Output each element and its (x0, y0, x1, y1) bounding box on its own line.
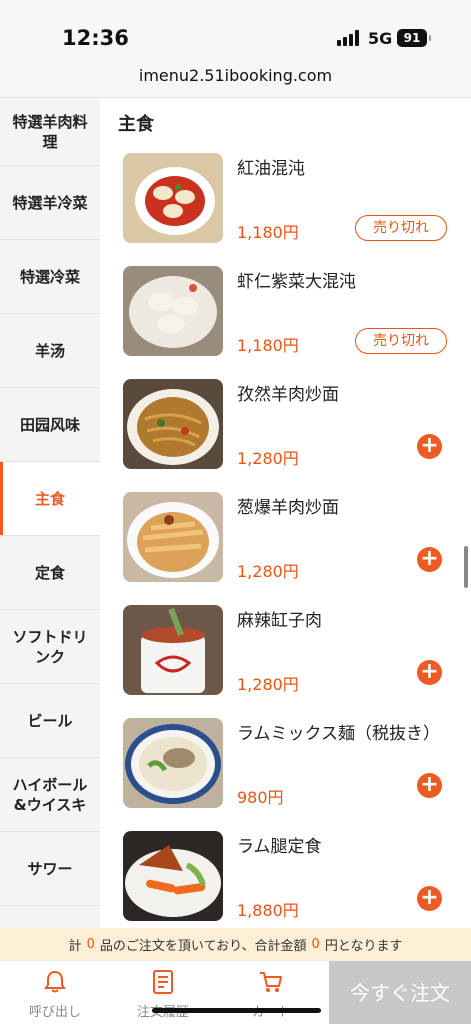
category-sidebar: 特選羊肉料理 特選羊冷菜 特選冷菜 羊汤 田园风味 主食 定食 ソフトドリンク … (0, 98, 100, 928)
notice-suffix: 円となります (324, 938, 403, 954)
signal-icon (337, 30, 361, 46)
category-label: ソフトドリンク (12, 627, 88, 666)
plus-icon: + (420, 546, 439, 571)
dish-image (123, 266, 223, 356)
scrollbar[interactable] (464, 546, 468, 588)
sold-out-badge: 売り切れ (355, 328, 447, 354)
category-label: 定食 (34, 563, 65, 582)
menu-list: 主食 紅油混沌 1,180円 売り切れ 虾仁紫菜大混沌 1,180円 売り切れ … (100, 98, 471, 928)
plus-icon: + (420, 659, 439, 684)
add-to-cart-button[interactable]: + (417, 660, 442, 685)
category-label: 特選冷菜 (19, 267, 80, 286)
category-label: 主食 (34, 489, 65, 508)
item-name: 麻辣缸子肉 (237, 611, 322, 631)
item-name: ラム腿定食 (237, 837, 322, 857)
bottom-nav: 呼び出し 注文履歴 カート 今すぐ注文 (0, 960, 471, 1024)
category-item[interactable]: 定食 (0, 536, 100, 610)
list-icon (153, 970, 173, 994)
order-total: 0 (311, 936, 320, 952)
dish-image (123, 718, 223, 808)
item-price: 1,180円 (237, 336, 299, 355)
category-item[interactable]: ハイボール&ウイスキ (0, 758, 100, 832)
item-price: 980円 (237, 788, 284, 807)
status-time: 12:36 (62, 26, 129, 50)
category-label: サワー (27, 859, 73, 878)
menu-item[interactable]: 葱爆羊肉炒面 1,280円 + (100, 492, 471, 605)
item-price: 1,880円 (237, 901, 299, 920)
item-price: 1,280円 (237, 449, 299, 468)
plus-icon: + (420, 885, 439, 910)
category-item[interactable]: 特選羊肉料理 (0, 98, 100, 166)
home-indicator[interactable] (152, 1008, 321, 1013)
item-price: 1,280円 (237, 562, 299, 581)
category-item[interactable]: ソフトドリンク (0, 610, 100, 684)
category-label: ビール (27, 711, 73, 730)
add-to-cart-button[interactable]: + (417, 547, 442, 572)
dish-image (123, 153, 223, 243)
sold-out-badge: 売り切れ (355, 215, 447, 241)
plus-icon: + (420, 433, 439, 458)
category-item[interactable]: サワー (0, 832, 100, 906)
dish-image (123, 492, 223, 582)
notice-prefix: 計 (68, 938, 82, 954)
category-item[interactable]: ビール (0, 684, 100, 758)
call-staff-label: 呼び出し (28, 1005, 81, 1020)
menu-item[interactable]: 紅油混沌 1,180円 売り切れ (100, 153, 471, 266)
cart-icon (260, 972, 282, 992)
add-to-cart-button[interactable]: + (417, 434, 442, 459)
category-item[interactable]: 特選冷菜 (0, 240, 100, 314)
section-title: 主食 (118, 114, 154, 135)
category-item[interactable]: 特選羊冷菜 (0, 166, 100, 240)
category-item-active[interactable]: 主食 (0, 462, 100, 536)
item-name: 孜然羊肉炒面 (237, 385, 339, 405)
item-price: 1,180円 (237, 223, 299, 242)
dish-image (123, 605, 223, 695)
order-summary-notice: 計 0 品のご注文を頂いており、合計金額 0 円となります (0, 928, 471, 960)
battery-icon: 91 (397, 29, 431, 47)
menu-item[interactable]: 虾仁紫菜大混沌 1,180円 売り切れ (100, 266, 471, 379)
category-label: 特選羊肉料理 (12, 112, 88, 151)
menu-item[interactable]: 麻辣缸子肉 1,280円 + (100, 605, 471, 718)
item-name: 紅油混沌 (237, 159, 305, 179)
item-name: 葱爆羊肉炒面 (237, 498, 339, 518)
category-label: 羊汤 (34, 341, 65, 360)
category-label: 田园风味 (19, 415, 80, 434)
add-to-cart-button[interactable]: + (417, 773, 442, 798)
menu-item[interactable]: 孜然羊肉炒面 1,280円 + (100, 379, 471, 492)
network-type: 5G (368, 29, 393, 48)
category-item[interactable]: 田园风味 (0, 388, 100, 462)
status-bar: 12:36 5G 91 imenu2.51ibooking.com (0, 0, 471, 98)
notice-middle: 品のご注文を頂いており、合計金額 (99, 938, 307, 954)
item-name: ラムミックス麺（税抜き） (237, 724, 440, 744)
dish-image (123, 831, 223, 921)
order-item-count: 0 (86, 936, 95, 952)
dish-image (123, 379, 223, 469)
plus-icon: + (420, 772, 439, 797)
category-label: ハイボール&ウイスキ (12, 775, 88, 814)
address-bar[interactable]: imenu2.51ibooking.com (0, 66, 471, 85)
category-item[interactable]: 羊汤 (0, 314, 100, 388)
bell-icon (44, 970, 66, 993)
call-staff-tab[interactable]: 呼び出し (10, 969, 100, 1020)
menu-item[interactable]: ラム腿定食 1,880円 + (100, 831, 471, 928)
place-order-button[interactable]: 今すぐ注文 (329, 961, 471, 1024)
menu-item[interactable]: ラムミックス麺（税抜き） 980円 + (100, 718, 471, 831)
category-label: 特選羊冷菜 (12, 193, 88, 212)
item-price: 1,280円 (237, 675, 299, 694)
item-name: 虾仁紫菜大混沌 (237, 272, 356, 292)
add-to-cart-button[interactable]: + (417, 886, 442, 911)
